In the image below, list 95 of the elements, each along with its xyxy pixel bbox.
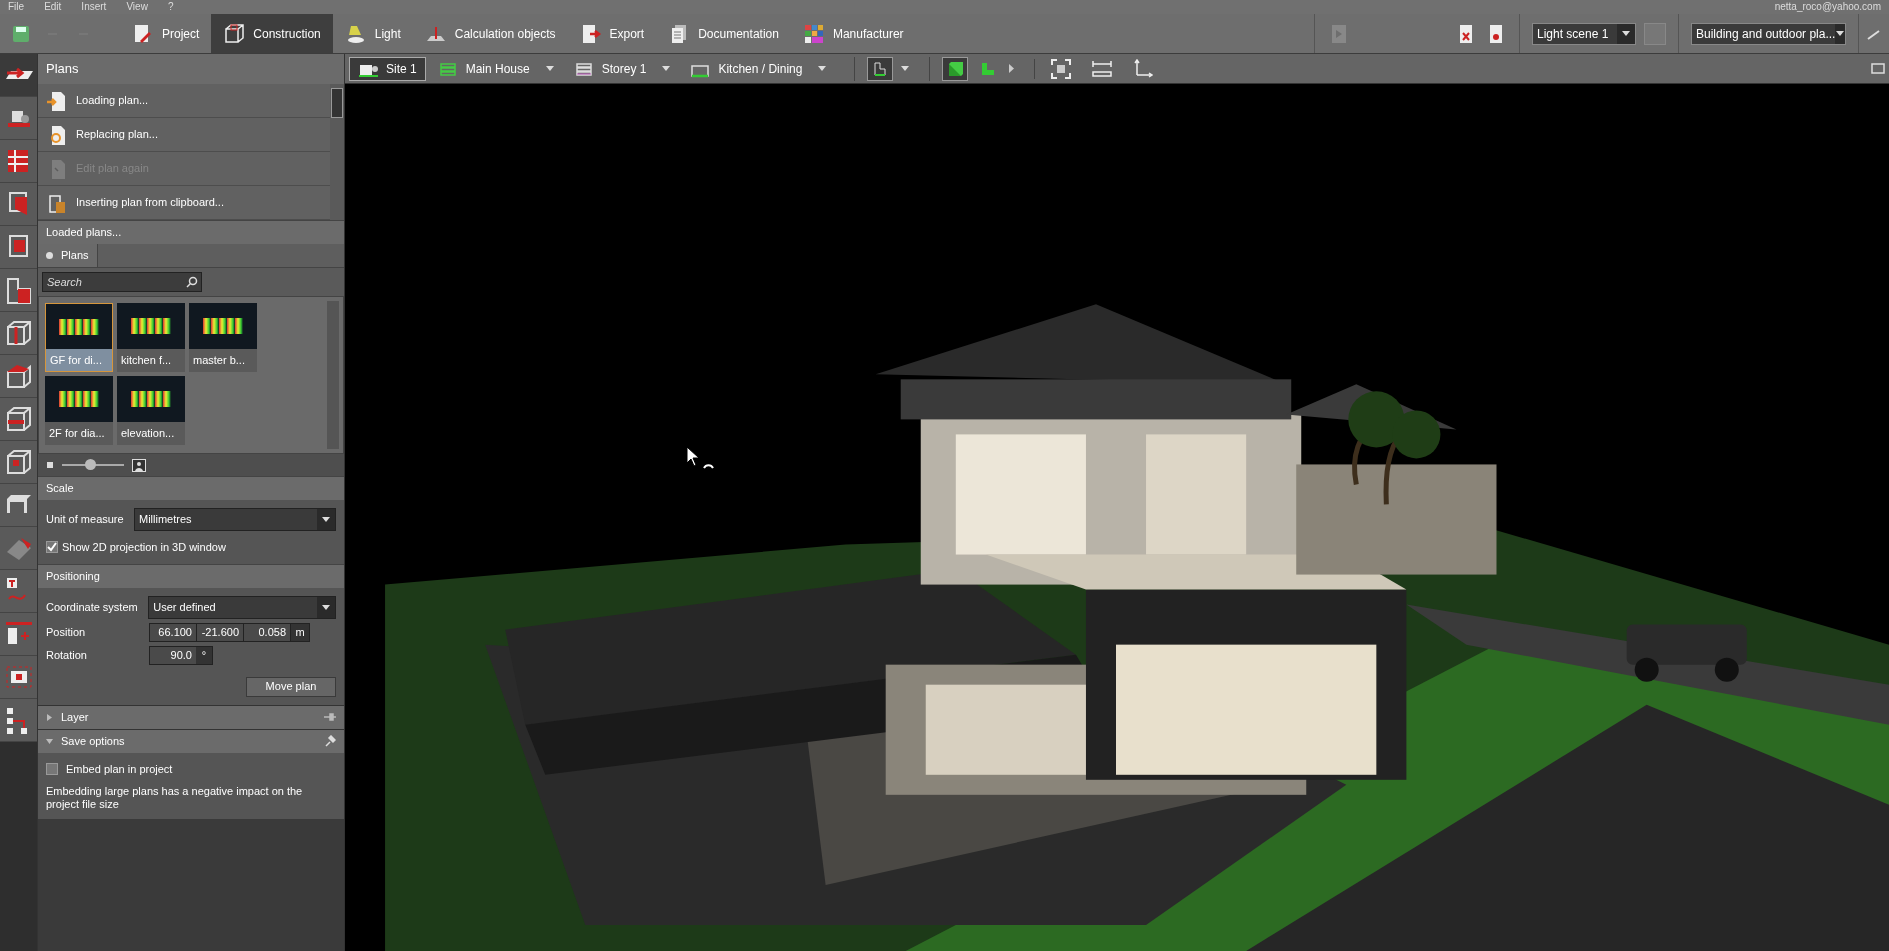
- caret-icon: [901, 66, 910, 71]
- play-disabled-icon: [1331, 23, 1347, 44]
- plan-thumbnail[interactable]: 2F for dia...: [45, 376, 113, 445]
- ribbon-tab[interactable]: Project: [120, 14, 212, 53]
- section-header: Scale: [38, 476, 344, 500]
- floor-plan-icon: [872, 60, 889, 77]
- field-label: Position: [46, 624, 87, 640]
- scrollbar[interactable]: [330, 84, 344, 220]
- view-level-button[interactable]: Site 1: [349, 56, 426, 81]
- ribbon-tab[interactable]: Light: [332, 14, 413, 53]
- cube-outline-icon: [223, 22, 246, 45]
- dropdown[interactable]: Millimetres: [134, 508, 336, 531]
- expand-arrow-icon[interactable]: [1008, 64, 1015, 73]
- menu-item[interactable]: ?: [167, 2, 174, 12]
- checkbox[interactable]: [46, 762, 58, 775]
- number-field[interactable]: -21.600: [197, 623, 244, 641]
- section-header[interactable]: Layer: [38, 704, 344, 729]
- monitor-icon[interactable]: [1871, 61, 1885, 76]
- ribbon-tab[interactable]: Documentation: [656, 14, 791, 53]
- dropdown-caret[interactable]: [818, 66, 827, 71]
- panel-title: Plans: [46, 60, 79, 79]
- unit-label: m: [291, 623, 309, 641]
- number-field[interactable]: 0.058: [244, 623, 291, 641]
- menu-item[interactable]: View: [126, 2, 148, 12]
- field-label: Coordinate system: [46, 599, 139, 615]
- plans-tab[interactable]: Plans: [38, 244, 98, 267]
- dropdown[interactable]: User defined: [148, 595, 336, 619]
- search-field[interactable]: Search: [42, 272, 202, 292]
- caret-icon: [1836, 31, 1845, 36]
- caret-icon: [1622, 31, 1630, 36]
- plan-preview: [45, 376, 113, 422]
- caret-icon: [662, 66, 671, 71]
- caret-icon: [322, 604, 330, 610]
- caret-icon: [545, 66, 554, 71]
- plan-thumbnail[interactable]: master b...: [189, 303, 257, 372]
- document-pen-icon: [132, 22, 154, 45]
- solid-view-button[interactable]: [942, 56, 969, 81]
- section-header: Positioning: [38, 563, 344, 588]
- solid-cube-icon: [947, 60, 964, 77]
- note-text: Embedding large plans has a negative impact on the project file size: [46, 785, 304, 811]
- plan-action[interactable]: Inserting plan from clipboard...: [38, 186, 330, 220]
- number-field[interactable]: 66.100: [150, 623, 197, 641]
- field-label: Rotation: [46, 647, 88, 663]
- plan-preview: [189, 303, 257, 349]
- plan-preview: [117, 303, 185, 349]
- plan-thumbnail[interactable]: elevation...: [117, 376, 185, 445]
- pin-icon[interactable]: [324, 713, 336, 721]
- large-size-icon: [132, 458, 146, 472]
- zoom-extents-icon[interactable]: [1051, 58, 1072, 79]
- plan-preview: [117, 376, 185, 422]
- document-arrow-icon: [46, 89, 68, 112]
- light-scene-select[interactable]: Light scene 1: [1532, 22, 1636, 45]
- slider-thumb[interactable]: [84, 459, 96, 470]
- search-icon: [186, 276, 198, 288]
- measure-icon[interactable]: [1091, 59, 1114, 78]
- menu-item[interactable]: File: [8, 2, 25, 12]
- view-level-button[interactable]: Storey 1: [565, 56, 679, 81]
- user-email[interactable]: netta_roco@yahoo.com: [1774, 2, 1881, 12]
- dropdown-caret[interactable]: [545, 66, 554, 71]
- l-shape-icon[interactable]: [980, 60, 997, 77]
- collapsed-caret-icon: [46, 713, 53, 721]
- pin-icon[interactable]: [324, 735, 336, 747]
- axes-icon[interactable]: [1133, 58, 1154, 79]
- view-mode-select[interactable]: Building and outdoor pla...: [1691, 22, 1846, 45]
- plan-preview: [46, 304, 112, 349]
- scene-settings-icon[interactable]: [1489, 23, 1503, 44]
- ribbon-tab[interactable]: Calculation objects: [412, 14, 568, 53]
- ribbon-tab[interactable]: Manufacturer: [790, 14, 916, 53]
- small-size-icon: [46, 461, 54, 469]
- move-plan-button[interactable]: Move plan: [246, 676, 336, 697]
- plan-thumbnail[interactable]: GF for di...: [45, 303, 113, 372]
- view-level-button[interactable]: Main House: [429, 56, 562, 81]
- checkbox-label: Show 2D projection in 3D window: [62, 540, 226, 555]
- section-header[interactable]: Save options: [38, 728, 344, 753]
- color-grid-icon: [802, 22, 825, 45]
- check-icon: [47, 542, 57, 553]
- plan-thumbnail[interactable]: kitchen f...: [117, 303, 185, 372]
- ribbon-tab[interactable]: Export: [567, 14, 657, 53]
- plan-view-button[interactable]: [867, 56, 894, 81]
- dropdown-caret[interactable]: [662, 66, 671, 71]
- caret-icon: [322, 517, 330, 522]
- expanded-caret-icon: [46, 737, 53, 745]
- plan-action[interactable]: Loading plan...: [38, 84, 330, 118]
- plan-action[interactable]: Replacing plan...: [38, 118, 330, 152]
- field-label: Unit of measure: [46, 512, 125, 528]
- checkbox[interactable]: [46, 541, 58, 554]
- section-header[interactable]: Loaded plans...: [38, 220, 344, 244]
- menu-item[interactable]: Edit: [44, 2, 62, 12]
- menu-item[interactable]: Insert: [81, 2, 107, 12]
- checkbox-label: Embed plan in project: [66, 761, 173, 777]
- ribbon-tab[interactable]: Construction: [211, 14, 333, 53]
- save-icon[interactable]: [12, 24, 30, 43]
- delete-scene-icon[interactable]: [1459, 23, 1473, 44]
- caret-icon: [818, 66, 827, 71]
- view-level-button[interactable]: Kitchen / Dining: [682, 56, 835, 81]
